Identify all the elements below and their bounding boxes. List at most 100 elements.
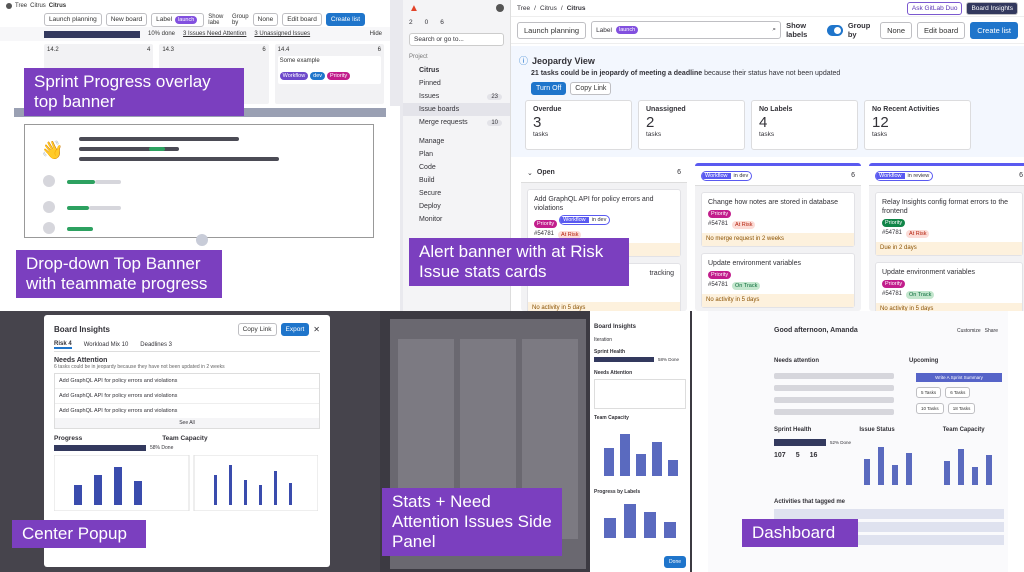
- new-board-button[interactable]: New board: [105, 13, 148, 26]
- chart-bar: [986, 455, 992, 485]
- edit-board-button[interactable]: Edit board: [917, 21, 966, 39]
- search-icon[interactable]: ⌕: [772, 26, 776, 34]
- attention-issue[interactable]: Add GraphQL API for policy errors and vi…: [55, 389, 319, 404]
- caption-dashboard: Dashboard: [742, 519, 858, 547]
- chevron-down-icon[interactable]: ⌄: [527, 169, 533, 177]
- board-select[interactable]: Launch planning: [44, 13, 102, 26]
- stat-sub: tasks: [646, 131, 662, 138]
- ai-summary-button[interactable]: Write A Sprint Summary: [916, 373, 1002, 382]
- label-chip: Workflow: [279, 72, 309, 80]
- breadcrumb-item[interactable]: Tree: [517, 5, 530, 12]
- group-by-select[interactable]: None: [252, 13, 279, 26]
- copy-link-button[interactable]: Copy Link: [570, 82, 612, 95]
- pinned-section[interactable]: Pinned: [403, 77, 510, 90]
- group-by-select[interactable]: None: [880, 21, 913, 39]
- progress-bar: [54, 445, 146, 451]
- see-all-link[interactable]: See All: [55, 418, 319, 428]
- issue-card[interactable]: Update environment variables Priority #5…: [701, 253, 855, 308]
- sidebar-section[interactable]: Plan: [403, 148, 510, 161]
- ui-collage: Tree Citrus Citrus Launch planning New b…: [0, 0, 1024, 572]
- task-badge[interactable]: 6 Tasks: [945, 387, 971, 398]
- share-button[interactable]: Share: [985, 328, 998, 334]
- close-icon[interactable]: ✕: [313, 325, 320, 334]
- collapse-icon[interactable]: [196, 234, 208, 246]
- search-input[interactable]: Label launch ⌕: [591, 21, 782, 39]
- label-token[interactable]: launch: [175, 15, 198, 24]
- sidebar-section[interactable]: Secure: [403, 187, 510, 200]
- sidebar-item-merge-requests[interactable]: Merge requests 10: [403, 116, 510, 129]
- stat-sub: tasks: [759, 131, 775, 138]
- team-capacity-title: Team Capacity: [162, 435, 208, 442]
- export-button[interactable]: Export: [280, 323, 310, 336]
- section-title: Needs Attention: [54, 357, 108, 364]
- sidebar-section[interactable]: Build: [403, 174, 510, 187]
- unassigned-link[interactable]: 3 Unassigned Issues: [254, 31, 310, 37]
- project-name[interactable]: Citrus: [403, 64, 510, 77]
- issue-card[interactable]: Some example Workflow dev Priority: [277, 56, 381, 84]
- issue-card[interactable]: Change how notes are stored in database …: [701, 192, 855, 247]
- breadcrumb-item[interactable]: Citrus: [540, 5, 557, 12]
- done-button[interactable]: Done: [664, 556, 686, 568]
- sidebar-item-issue-boards[interactable]: Issue boards: [403, 103, 510, 116]
- show-labels-toggle[interactable]: [826, 24, 843, 36]
- card-title: Add GraphQL API for policy errors and vi…: [534, 196, 654, 212]
- stat-card-no-recent-activities[interactable]: No Recent Activities 12 tasks: [864, 100, 971, 150]
- tab-workload-mix[interactable]: Workload Mix 10: [84, 342, 129, 348]
- customize-button[interactable]: Customize: [957, 328, 981, 334]
- create-list-button[interactable]: Create list: [970, 21, 1018, 39]
- label-token[interactable]: launch: [615, 26, 639, 34]
- hide-button[interactable]: Hide: [370, 31, 382, 37]
- progress-pct: 58% Done: [658, 357, 680, 362]
- tab-risk[interactable]: Risk 4: [54, 341, 72, 349]
- create-list-button[interactable]: Create list: [325, 13, 366, 26]
- attention-issue[interactable]: Add GraphQL API for policy errors and vi…: [55, 374, 319, 389]
- sidebar-section[interactable]: Monitor: [403, 213, 510, 226]
- upcoming-title: Upcoming: [909, 358, 939, 364]
- priority-label: Priority: [708, 271, 732, 279]
- mr-counter[interactable]: 0: [425, 19, 429, 26]
- turn-off-button[interactable]: Turn Off: [531, 82, 567, 95]
- avatar[interactable]: [496, 4, 504, 12]
- sidebar-item-issues[interactable]: Issues 23: [403, 90, 510, 103]
- attention-issue[interactable]: Add GraphQL API for policy errors and vi…: [55, 404, 319, 418]
- stat-card-no-labels[interactable]: No Labels 4 tasks: [751, 100, 858, 150]
- board-column: 14.4 6 Some example Workflow dev Priority: [274, 44, 384, 104]
- popup-tabs: Risk 4 Workload Mix 10 Deadlines 3: [54, 341, 320, 352]
- tab-deadlines[interactable]: Deadlines 3: [140, 342, 172, 348]
- task-badge[interactable]: 10 Tasks: [916, 403, 944, 414]
- breadcrumb-item[interactable]: Citrus: [49, 3, 66, 9]
- sidebar-section[interactable]: Deploy: [403, 200, 510, 213]
- issue-card[interactable]: Update environment variables Priority #5…: [875, 262, 1023, 311]
- status-chip: [149, 147, 165, 151]
- task-badge[interactable]: 18 Tasks: [947, 403, 976, 414]
- chart-bar: [244, 480, 247, 505]
- stat-sub: tasks: [533, 131, 549, 138]
- board-select[interactable]: Launch planning: [517, 21, 587, 39]
- stat-card-overdue[interactable]: Overdue 3 tasks: [525, 100, 632, 150]
- sidebar-item-label: Issues: [419, 93, 440, 100]
- stat-label: Overdue: [533, 106, 562, 113]
- ask-duo-button[interactable]: Ask GitLab Duo: [906, 1, 963, 15]
- needs-attention-link[interactable]: 3 Issues Need Attention: [183, 31, 246, 37]
- column-count: 6: [262, 47, 266, 53]
- chart-bar: [624, 504, 636, 538]
- task-badge[interactable]: 5 Tasks: [916, 387, 942, 398]
- chart-bar: [972, 467, 978, 485]
- stat-card-unassigned[interactable]: Unassigned 2 tasks: [638, 100, 745, 150]
- issues-counter[interactable]: 2: [409, 19, 413, 26]
- copy-link-button[interactable]: Copy Link: [237, 323, 277, 336]
- breadcrumb-item[interactable]: Citrus: [567, 5, 586, 12]
- sidebar-section[interactable]: Code: [403, 161, 510, 174]
- breadcrumb-item[interactable]: Citrus: [30, 3, 46, 9]
- sidebar-section[interactable]: Manage: [403, 135, 510, 148]
- board-insights-button[interactable]: Board Insights: [966, 1, 1018, 15]
- edit-board-button[interactable]: Edit board: [282, 13, 322, 26]
- progress-track: [95, 180, 121, 184]
- priority-label: Priority: [534, 220, 558, 228]
- issue-card[interactable]: Relay Insights config format errors to t…: [875, 192, 1023, 256]
- breadcrumb-item[interactable]: Tree: [15, 3, 27, 9]
- todo-counter[interactable]: 6: [440, 19, 444, 26]
- capacity-chart: [604, 434, 678, 476]
- search-input[interactable]: Label launch: [151, 12, 205, 27]
- search-input[interactable]: Search or go to...: [409, 33, 504, 46]
